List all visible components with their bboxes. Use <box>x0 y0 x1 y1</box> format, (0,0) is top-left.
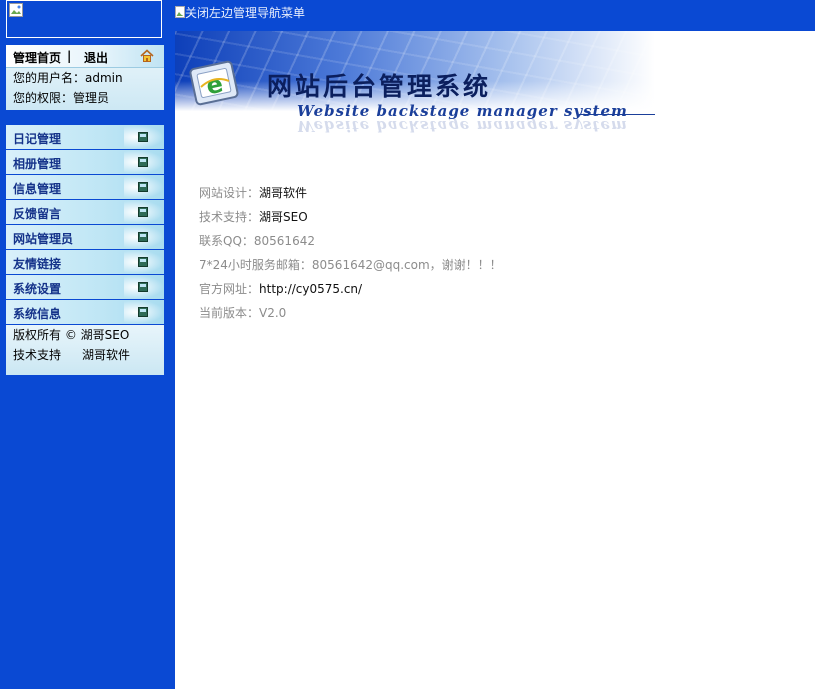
sidebar-item-label: 日记管理 <box>13 132 62 146</box>
banner-subtitle-reflection: Website backstage manager system <box>297 117 628 135</box>
top-bar: 关闭左边管理导航菜单 <box>175 0 815 31</box>
banner-title: 网站后台管理系统 <box>267 72 492 101</box>
site-label: 官方网址： <box>199 282 260 296</box>
design-row: 网站设计：湖哥软件 <box>199 186 502 210</box>
sidebar-item-label: 系统设置 <box>13 282 62 296</box>
sidebar-item-label: 友情链接 <box>13 257 62 271</box>
role-value: 管理员 <box>73 91 110 105</box>
role-line: 您的权限：管理员 <box>6 88 164 108</box>
site-link[interactable]: http://cy0575.cn/ <box>259 282 362 296</box>
design-value: 湖哥软件 <box>259 186 308 200</box>
qq-row: 联系QQ：80561642 <box>199 234 502 258</box>
sidebar-item-label: 反馈留言 <box>13 207 62 221</box>
email-text: 7*24小时服务邮箱：80561642@qq.com，谢谢！！！ <box>199 258 502 272</box>
email-row: 7*24小时服务邮箱：80561642@qq.com，谢谢！！！ <box>199 258 502 282</box>
role-label: 您的权限： <box>13 91 74 105</box>
version-row: 当前版本：V2.0 <box>199 306 502 330</box>
support-line: 技术支持 湖哥软件 <box>6 345 164 365</box>
sidebar-item-label: 网站管理员 <box>13 232 74 246</box>
expand-icon <box>138 207 148 217</box>
support-label: 技术支持： <box>199 210 260 224</box>
support-value: 湖哥软件 <box>82 348 131 362</box>
design-label: 网站设计： <box>199 186 260 200</box>
support-value: 湖哥SEO <box>259 210 308 224</box>
qq-text: 联系QQ：80561642 <box>199 234 315 248</box>
toggle-nav-text: 关闭左边管理导航菜单 <box>185 6 306 20</box>
sidebar-menu: 日记管理 相册管理 信息管理 反馈留言 网站管理员 友情链接 系统设置 系统信息 <box>6 125 164 325</box>
copyright-line: 版权所有 © 湖哥SEO <box>13 328 130 342</box>
expand-icon <box>138 307 148 317</box>
separator: | <box>67 49 72 63</box>
expand-icon <box>138 282 148 292</box>
sidebar-item-system-info[interactable]: 系统信息 <box>6 300 164 324</box>
sidebar-item-links[interactable]: 友情链接 <box>6 250 164 274</box>
sidebar-item-diary[interactable]: 日记管理 <box>6 125 164 149</box>
ie-logo-icon: e <box>189 60 239 106</box>
support-label: 技术支持 <box>13 348 62 362</box>
username-label: 您的用户名： <box>13 71 86 85</box>
expand-icon <box>138 182 148 192</box>
logo-image <box>6 0 162 38</box>
user-info-panel: 管理首页 | 退出 您的用户名：admin 您的权限：管理员 <box>6 45 164 110</box>
user-panel-header: 管理首页 | 退出 <box>6 45 164 68</box>
expand-icon <box>138 132 148 142</box>
sidebar: 管理首页 | 退出 您的用户名：admin 您的权限：管理员 日记管理 相册管理… <box>0 0 175 689</box>
broken-image-icon <box>175 6 185 18</box>
sidebar-item-label: 系统信息 <box>13 307 62 321</box>
site-row: 官方网址：http://cy0575.cn/ <box>199 282 502 306</box>
banner-underline <box>579 114 655 115</box>
sidebar-item-feedback[interactable]: 反馈留言 <box>6 200 164 224</box>
broken-image-icon <box>9 3 23 17</box>
copyright-panel: 版权所有 © 湖哥SEO 技术支持 湖哥软件 <box>6 325 164 375</box>
logout-link[interactable]: 退出 <box>84 49 108 66</box>
sidebar-item-label: 信息管理 <box>13 182 62 196</box>
expand-icon <box>138 157 148 167</box>
sidebar-item-info[interactable]: 信息管理 <box>6 175 164 199</box>
sidebar-item-album[interactable]: 相册管理 <box>6 150 164 174</box>
admin-home-link[interactable]: 管理首页 <box>13 49 61 66</box>
header-banner: e 网站后台管理系统 Website backstage manager sys… <box>175 31 655 136</box>
version-text: 当前版本：V2.0 <box>199 306 287 320</box>
sidebar-item-settings[interactable]: 系统设置 <box>6 275 164 299</box>
home-icon[interactable] <box>140 49 154 63</box>
expand-icon <box>138 232 148 242</box>
sidebar-item-admins[interactable]: 网站管理员 <box>6 225 164 249</box>
system-info: 网站设计：湖哥软件 技术支持：湖哥SEO 联系QQ：80561642 7*24小… <box>199 186 502 330</box>
sidebar-item-label: 相册管理 <box>13 157 62 171</box>
expand-icon <box>138 257 148 267</box>
username-value: admin <box>85 71 123 85</box>
support-row: 技术支持：湖哥SEO <box>199 210 502 234</box>
username-line: 您的用户名：admin <box>6 68 164 88</box>
toggle-left-nav-button[interactable]: 关闭左边管理导航菜单 <box>175 4 305 21</box>
